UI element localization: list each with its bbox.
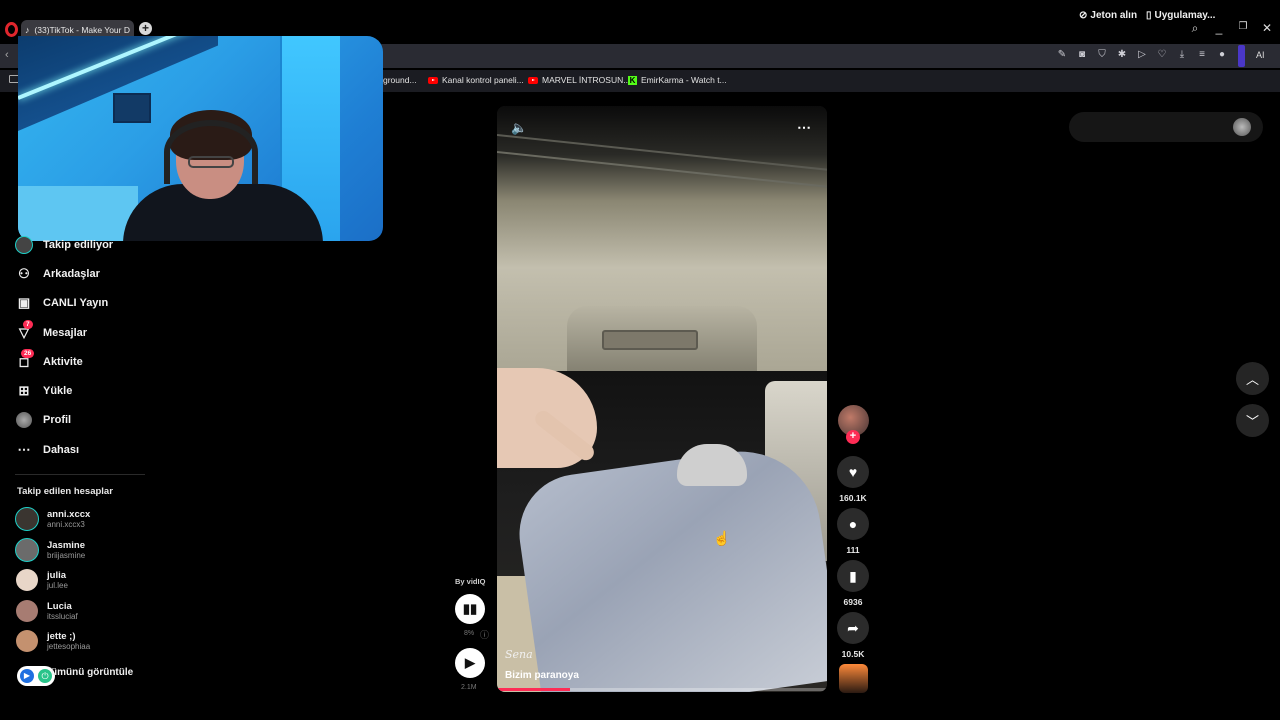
live-icon: ▣ [17, 295, 31, 310]
opera-logo-icon[interactable] [5, 22, 18, 37]
follow-button[interactable]: + [846, 430, 860, 444]
heart-icon[interactable]: ♡ [1155, 49, 1169, 60]
shield-icon[interactable]: ⛉ [1095, 49, 1109, 60]
new-tab-button[interactable]: + [139, 22, 152, 35]
following-accounts-title: Takip edilen hesaplar [17, 486, 113, 497]
sidebar-item-more[interactable]: ⋯ Dahası [15, 441, 80, 459]
like-count: 160.1K [839, 493, 867, 503]
messages-badge: 7 [23, 320, 33, 329]
comment-icon[interactable]: ● [837, 508, 869, 540]
video-progress-bar[interactable] [497, 688, 827, 691]
following-account[interactable]: anni.xccx anni.xccx3 [15, 507, 90, 531]
info-icon[interactable]: ⓘ [480, 628, 489, 641]
comment-count: 111 [846, 545, 860, 555]
avatar [16, 600, 38, 622]
search-tabs-icon[interactable]: ⌕ [1187, 21, 1203, 36]
phone-icon: ▯ [1146, 10, 1152, 21]
cursor-icon: ☝ [713, 530, 731, 546]
heart-icon[interactable]: ♥ [837, 456, 869, 488]
save-action[interactable]: ▮ 6936 [837, 560, 869, 607]
save-count: 6936 [843, 597, 863, 607]
sidebar-divider [15, 474, 145, 475]
menu-icon[interactable]: ≡ [1195, 49, 1209, 60]
youtube-icon [428, 76, 438, 84]
vidiq-views: 2.1M [461, 684, 477, 691]
video-caption: Bizim paranoya [505, 670, 579, 681]
tab-title: (33)TikTok - Make Your D [34, 25, 130, 35]
avatar [16, 569, 38, 591]
friends-icon: ⚇ [18, 266, 30, 281]
edit-icon[interactable]: ✎ [1055, 49, 1069, 60]
webcam-overlay [18, 36, 383, 241]
avatar[interactable] [1233, 118, 1251, 136]
power-icon: ⏻ [38, 669, 52, 683]
activity-badge: 26 [21, 349, 35, 358]
next-video-button[interactable]: ﹀ [1236, 404, 1269, 437]
stats-icon[interactable]: ▮▮ [455, 594, 485, 624]
following-account[interactable]: julia jul.lee [15, 569, 68, 591]
sidebar-item-friends[interactable]: ⚇ Arkadaşlar [15, 265, 100, 283]
extension-toggle[interactable]: ▶ ⏻ [17, 666, 55, 686]
share-action[interactable]: ➦ 10.5K [837, 612, 869, 659]
close-icon[interactable]: ✕ [1259, 21, 1275, 35]
share-icon[interactable]: ➦ [837, 612, 869, 644]
activity-icon: ◻ 26 [15, 349, 35, 371]
sidebar-item-messages[interactable]: ▽ 7 Mesajlar [15, 320, 87, 342]
back-icon[interactable]: ‹ [5, 49, 9, 61]
get-app-button[interactable]: ▯ Uygulamay... [1146, 10, 1215, 21]
play-icon[interactable]: ▶ [455, 648, 485, 678]
vidiq-label: By vidIQ [455, 577, 486, 586]
restore-icon[interactable]: ❐ [1235, 21, 1251, 32]
get-coins-button[interactable]: ⊘ Jeton alın [1079, 10, 1137, 21]
camera-icon[interactable]: ◙ [1075, 49, 1089, 60]
more-icon: ⋯ [17, 442, 31, 457]
coin-icon: ⊘ [1079, 10, 1088, 21]
volume-icon[interactable]: 🔈 [511, 120, 527, 136]
minimize-icon[interactable]: _ [1211, 21, 1227, 35]
tiktok-favicon-icon: ♪ [25, 25, 30, 35]
share-count: 10.5K [841, 649, 865, 659]
ai-button[interactable]: AI [1256, 50, 1265, 60]
vidiq-percent: 8% [464, 630, 475, 637]
comment-action[interactable]: ● 111 [837, 508, 869, 555]
sidebar-accent [1238, 45, 1245, 67]
avatar [15, 538, 39, 562]
avatar [16, 630, 38, 652]
kick-icon: K [628, 75, 637, 85]
sidebar-item-profile[interactable]: Profil [15, 411, 71, 429]
sidebar-item-live[interactable]: ▣ CANLI Yayın [15, 294, 108, 312]
youtube-icon [528, 76, 538, 84]
creator-handle[interactable]: Sena [505, 648, 533, 661]
upload-icon: ⊞ [18, 383, 30, 398]
sidebar-item-activity[interactable]: ◻ 26 Aktivite [15, 349, 83, 371]
following-account[interactable]: Lucia itssluciaf [15, 600, 78, 622]
avatar-icon [15, 236, 33, 254]
sidebar-item-upload[interactable]: ⊞ Yükle [15, 382, 73, 400]
bookmark-icon[interactable]: ▮ [837, 560, 869, 592]
music-disc[interactable] [839, 664, 868, 693]
bookmark-item[interactable]: Kanal kontrol paneli... [428, 75, 524, 85]
see-all-link[interactable]: ümünü görüntüle [51, 667, 133, 678]
following-account[interactable]: Jasmine briijasmine [15, 538, 85, 562]
video-player[interactable]: 🔈 ⋯ Sena Bizim paranoya [497, 106, 827, 692]
play-icon[interactable]: ▷ [1135, 49, 1149, 60]
bookmark-item[interactable]: ground... [383, 75, 417, 85]
previous-video-button[interactable]: ︿ [1236, 362, 1269, 395]
video-progress-fill [497, 688, 570, 691]
translate-icon[interactable]: ✱ [1115, 49, 1129, 60]
profile-icon [15, 411, 33, 429]
avatar [15, 507, 39, 531]
following-account[interactable]: jette ;) jettesophiaa [15, 630, 90, 652]
download-icon[interactable]: ⤓ [1175, 49, 1189, 60]
bookmark-item[interactable]: K EmirKarma - Watch t... [628, 75, 727, 85]
bookmark-item[interactable]: MARVEL İNTROSUN... [528, 75, 630, 85]
messages-icon: ▽ 7 [15, 320, 33, 342]
more-options-icon[interactable]: ⋯ [797, 119, 812, 136]
like-action[interactable]: ♥ 160.1K [837, 456, 869, 503]
sidebar-item-following[interactable]: Takip ediliyor [15, 236, 113, 254]
profile-icon[interactable]: ● [1215, 49, 1229, 60]
extension-icon: ▶ [20, 669, 34, 683]
